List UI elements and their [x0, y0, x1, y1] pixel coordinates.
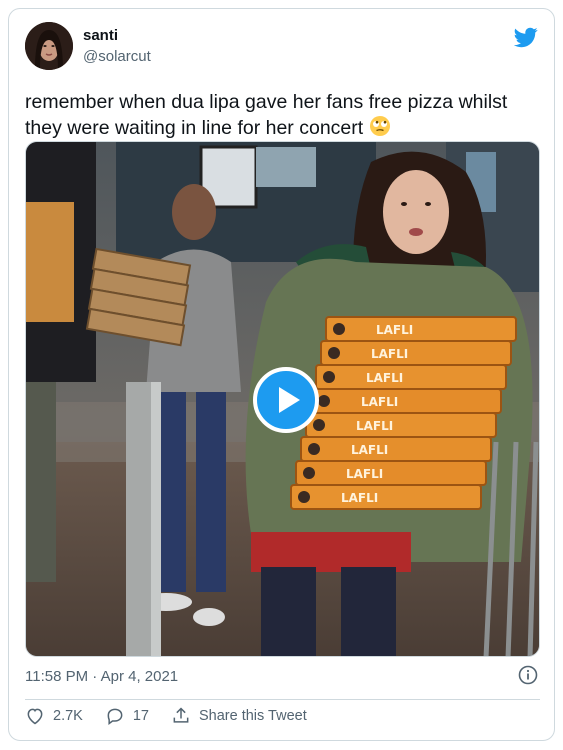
share-icon — [173, 707, 189, 723]
like-button[interactable]: 2.7K — [25, 706, 83, 726]
video-media[interactable]: LAFLI LAFLI LAFLI LAFLI LAFLI LAFLI LAFL… — [25, 141, 540, 657]
pizza-box-label: LAFLI — [351, 443, 388, 457]
share-button[interactable]: Share this Tweet — [171, 706, 307, 726]
reply-icon — [107, 708, 123, 725]
tweet-card[interactable]: santi @solarcut remember when dua lipa g… — [8, 8, 555, 741]
info-icon[interactable] — [518, 665, 538, 685]
user-handle[interactable]: @solarcut — [83, 48, 151, 65]
pizza-box-label: LAFLI — [361, 395, 398, 409]
heart-icon — [27, 708, 43, 725]
tweet-timestamp[interactable]: 11:58 PM · Apr 4, 2021 — [25, 668, 178, 685]
like-count: 2.7K — [53, 708, 83, 724]
tweet-text: remember when dua lipa gave her fans fre… — [25, 89, 540, 141]
pizza-box-label: LAFLI — [346, 467, 383, 481]
pizza-box-label: LAFLI — [371, 347, 408, 361]
pizza-box-label: LAFLI — [376, 323, 413, 337]
avatar[interactable] — [25, 22, 73, 70]
reply-button[interactable]: 17 — [105, 706, 149, 726]
pizza-box-label: LAFLI — [341, 491, 378, 505]
display-name[interactable]: santi — [83, 27, 118, 44]
twitter-bird-icon[interactable] — [514, 25, 538, 49]
divider — [25, 699, 540, 700]
tweet-body: remember when dua lipa gave her fans fre… — [25, 91, 508, 139]
share-label: Share this Tweet — [198, 708, 307, 724]
pizza-box-label: LAFLI — [356, 419, 393, 433]
tweet-actions: 2.7K 17 Share this Tweet — [25, 706, 329, 726]
play-icon — [279, 387, 300, 413]
pizza-box-label: LAFLI — [366, 371, 403, 385]
play-button[interactable] — [253, 367, 319, 433]
reply-count: 17 — [132, 708, 149, 724]
rolling-eyes-face-emoji — [369, 116, 390, 136]
